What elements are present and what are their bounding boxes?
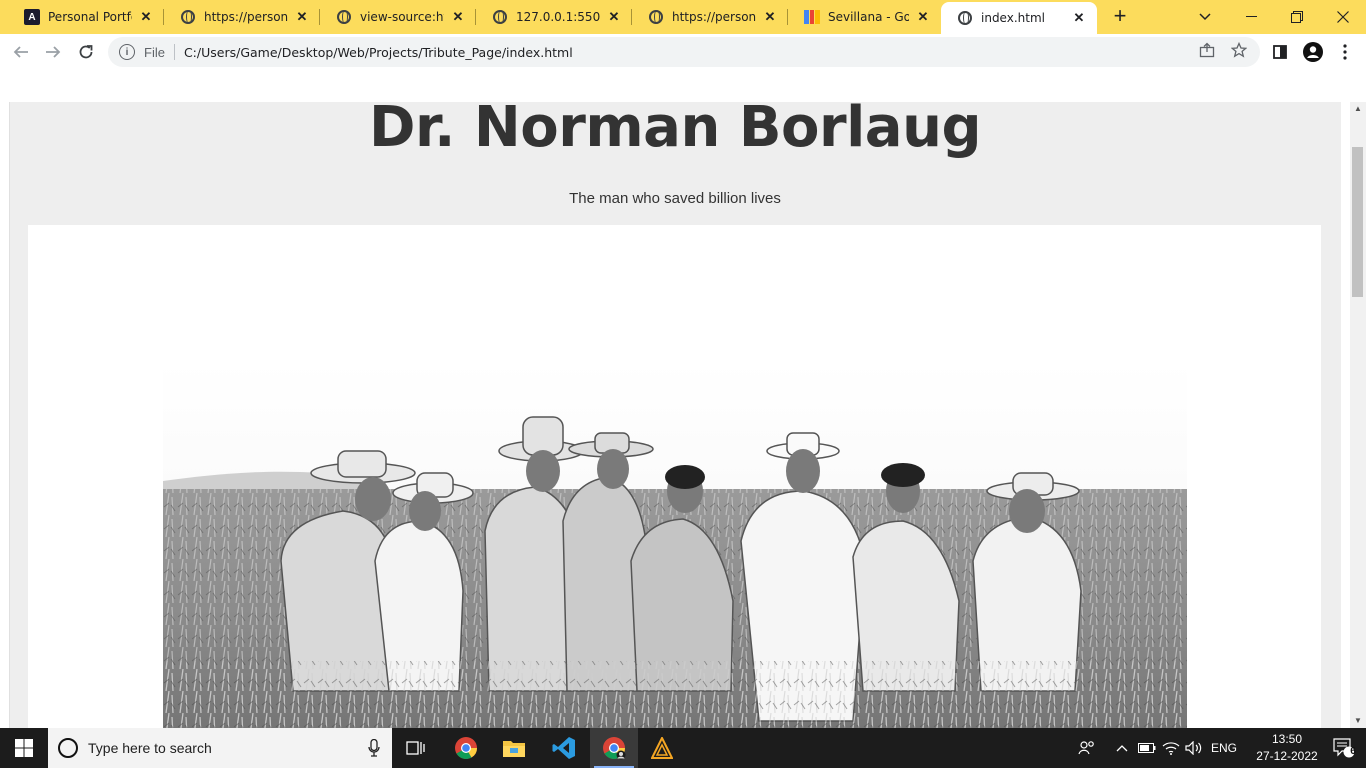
- share-icon[interactable]: [1198, 41, 1216, 59]
- task-view-icon[interactable]: [392, 728, 440, 768]
- scrollbar-thumb[interactable]: [1352, 147, 1363, 297]
- browser-toolbar: i File C:/Users/Game/Desktop/Web/Project…: [0, 34, 1366, 70]
- scroll-down-arrow-icon[interactable]: ▼: [1350, 714, 1366, 728]
- cortana-icon: [58, 738, 78, 758]
- file-explorer-icon[interactable]: [490, 728, 538, 768]
- page-title: Dr. Norman Borlaug: [368, 95, 982, 160]
- tab-title: 127.0.0.1:5500/Projects: [516, 10, 600, 24]
- chrome-running-icon[interactable]: [590, 728, 638, 768]
- tab-title: https://personal-portfolio: [204, 10, 288, 24]
- battery-icon[interactable]: [1136, 728, 1158, 768]
- tab-localhost[interactable]: 127.0.0.1:5500/Projects ✕: [476, 0, 632, 34]
- wifi-icon[interactable]: [1160, 728, 1182, 768]
- globe-icon: [180, 9, 196, 25]
- close-tab-icon[interactable]: ✕: [915, 9, 931, 25]
- tab-search-chevron-icon[interactable]: [1182, 0, 1228, 34]
- chevron-up-icon[interactable]: [1112, 728, 1132, 768]
- search-placeholder: Type here to search: [88, 740, 212, 756]
- side-panel-icon[interactable]: [1270, 42, 1290, 62]
- forward-button[interactable]: [39, 38, 67, 66]
- people-icon[interactable]: [1075, 728, 1099, 768]
- tab-personal-portfolio-url-2[interactable]: https://personal-portfolio ✕: [632, 0, 788, 34]
- tribute-image: [163, 361, 1187, 728]
- globe-icon: [957, 10, 973, 26]
- close-tab-icon[interactable]: ✕: [762, 9, 778, 25]
- tab-title: Sevillana - Google: [828, 10, 909, 24]
- minimize-button[interactable]: [1228, 0, 1274, 34]
- chrome-taskbar-icon[interactable]: [442, 728, 490, 768]
- back-button[interactable]: [7, 38, 35, 66]
- tab-title: view-source:https://: [360, 10, 444, 24]
- close-tab-icon[interactable]: ✕: [450, 9, 466, 25]
- sheets-icon: [804, 9, 821, 25]
- tab-personal-portfolio-url[interactable]: https://personal-portfolio ✕: [164, 0, 320, 34]
- close-tab-icon[interactable]: ✕: [138, 9, 154, 25]
- microphone-icon[interactable]: [368, 738, 380, 762]
- app-triangle-icon[interactable]: [638, 728, 686, 768]
- language-indicator[interactable]: ENG: [1207, 728, 1241, 768]
- address-bar[interactable]: i File C:/Users/Game/Desktop/Web/Project…: [108, 37, 1260, 67]
- tab-title: Personal Portfolio: [48, 10, 132, 24]
- tab-index-html[interactable]: index.html ✕: [941, 2, 1097, 34]
- site-info-icon[interactable]: i: [119, 44, 135, 60]
- new-tab-button[interactable]: +: [1108, 5, 1132, 29]
- page-scrollbar[interactable]: ▲ ▼: [1350, 102, 1366, 728]
- globe-icon: [336, 9, 352, 25]
- notification-count-badge: 6: [1350, 746, 1356, 757]
- scroll-up-arrow-icon[interactable]: ▲: [1350, 102, 1366, 116]
- close-window-button[interactable]: [1320, 0, 1366, 34]
- clock-time: 13:50: [1271, 732, 1303, 746]
- vscode-icon[interactable]: [540, 728, 588, 768]
- globe-icon: [648, 9, 664, 25]
- close-tab-icon[interactable]: ✕: [606, 9, 622, 25]
- close-tab-icon[interactable]: ✕: [294, 9, 310, 25]
- tab-sevillana-google[interactable]: Sevillana - Google ✕: [788, 0, 941, 34]
- taskbar-search-box[interactable]: Type here to search: [48, 728, 392, 768]
- image-card: [28, 225, 1321, 728]
- portfolio-favicon-icon: A: [24, 9, 40, 25]
- volume-icon[interactable]: [1183, 728, 1205, 768]
- clock-date: 27-12-2022: [1256, 749, 1318, 763]
- scheme-label: File: [144, 44, 165, 60]
- globe-icon: [492, 9, 508, 25]
- chrome-menu-icon[interactable]: [1335, 42, 1355, 62]
- action-center-button[interactable]: 6: [1322, 728, 1366, 768]
- restore-button[interactable]: [1274, 0, 1320, 34]
- close-tab-icon[interactable]: ✕: [1071, 10, 1087, 26]
- profile-avatar[interactable]: [1303, 42, 1323, 62]
- tab-view-source[interactable]: view-source:https:// ✕: [320, 0, 476, 34]
- address-divider: [173, 44, 175, 60]
- tab-title: index.html: [981, 11, 1045, 25]
- reload-button[interactable]: [72, 38, 100, 66]
- page-tagline: The man who saved billion lives: [569, 190, 781, 207]
- bookmark-star-icon[interactable]: [1230, 41, 1248, 59]
- start-button[interactable]: [0, 728, 48, 768]
- windows-taskbar: Type here to search ENG 13:50 27-12-2022: [0, 728, 1366, 768]
- tab-title: https://personal-portfolio: [672, 10, 756, 24]
- tab-personal-portfolio[interactable]: A Personal Portfolio ✕: [8, 0, 164, 34]
- page-viewport[interactable]: Dr. Norman Borlaug The man who saved bil…: [0, 70, 1366, 728]
- url-text[interactable]: C:/Users/Game/Desktop/Web/Projects/Tribu…: [184, 45, 573, 60]
- tab-strip: A Personal Portfolio ✕ https://personal-…: [0, 0, 1366, 34]
- windows-logo-icon: [15, 739, 33, 757]
- clock[interactable]: 13:50 27-12-2022: [1252, 731, 1322, 765]
